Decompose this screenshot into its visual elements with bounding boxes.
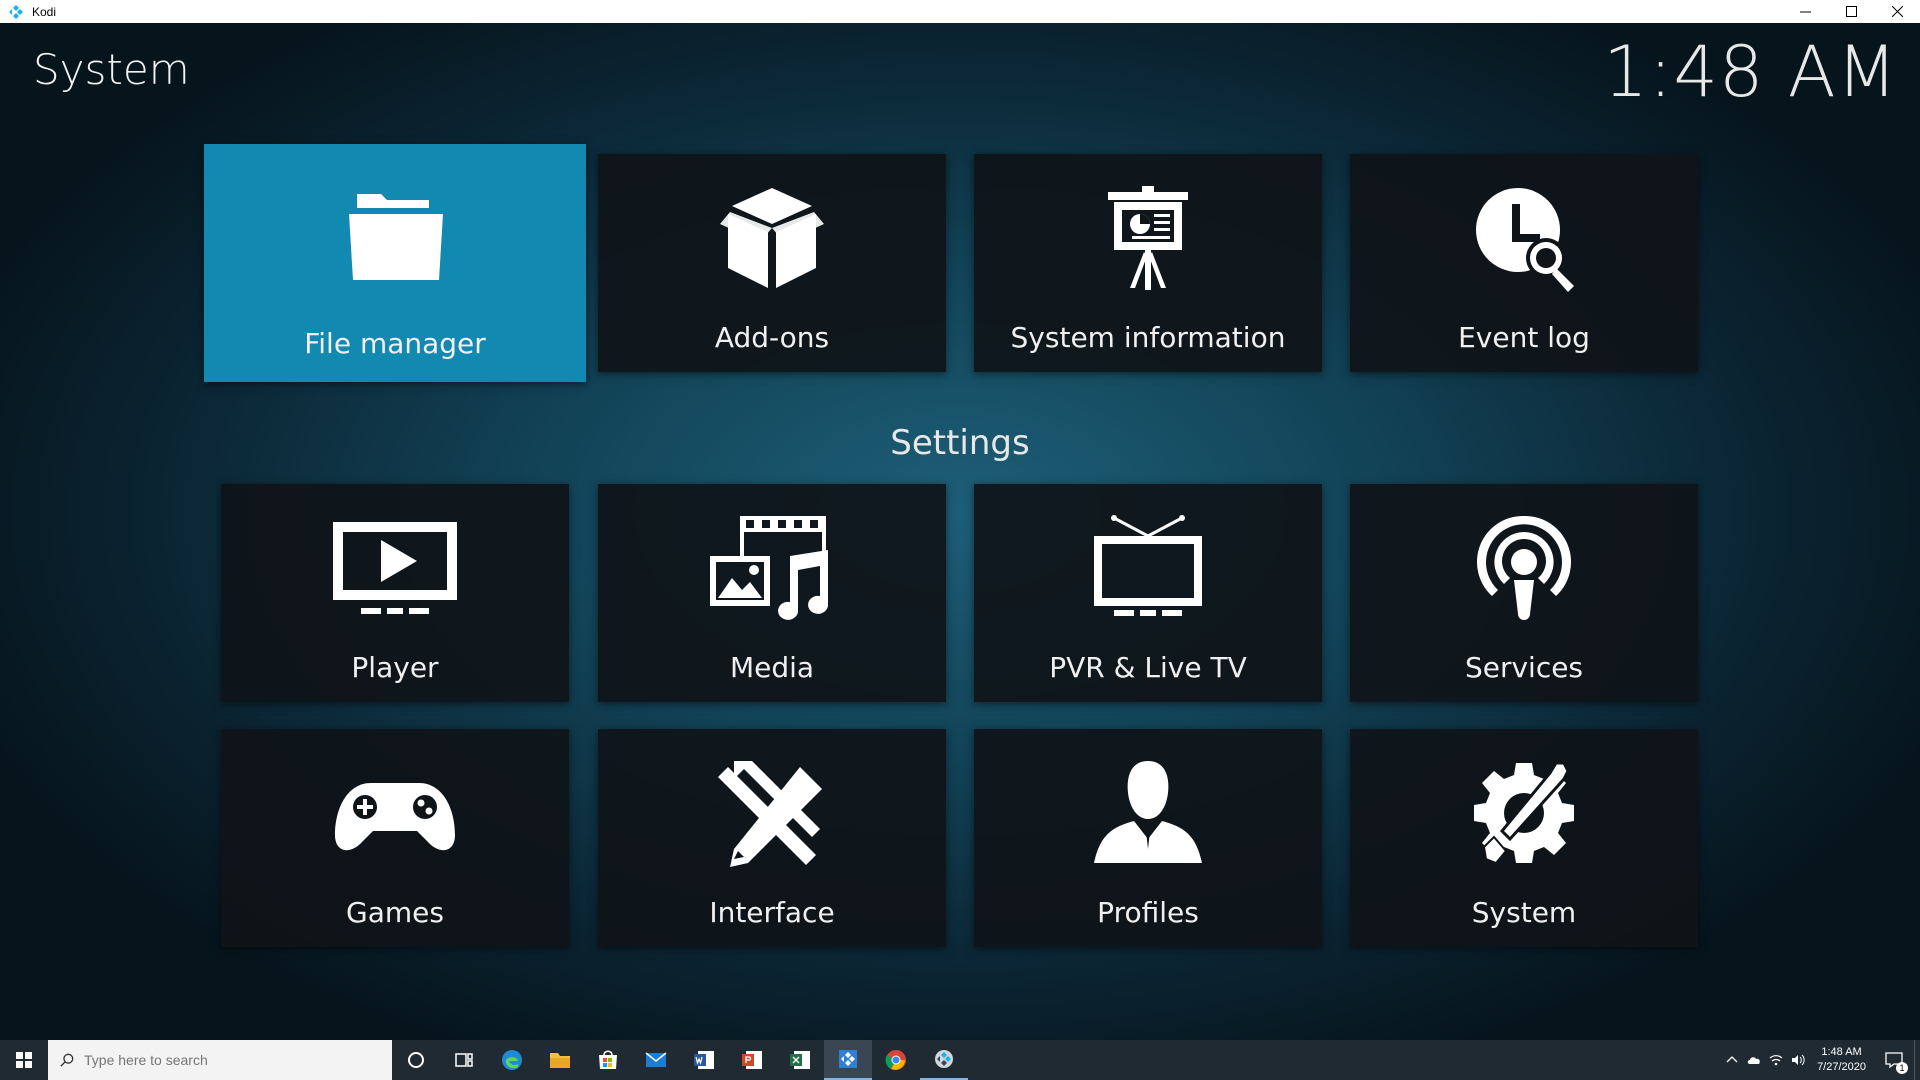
tile-file-manager[interactable]: File manager (204, 144, 586, 382)
tile-label: Profiles (1097, 896, 1199, 929)
tile-label: PVR & Live TV (1049, 651, 1247, 684)
tile-label: Event log (1458, 321, 1590, 354)
window-titlebar: Kodi (0, 0, 1920, 23)
network-button[interactable] (1765, 1040, 1787, 1080)
kodi-app-button[interactable] (824, 1040, 872, 1080)
windows-taskbar: 1:48 AM 7/27/2020 1 (0, 1040, 1920, 1080)
close-button[interactable] (1874, 0, 1920, 23)
media-library-icon (710, 516, 829, 620)
word-icon (694, 1051, 714, 1069)
mail-button[interactable] (632, 1040, 680, 1080)
tile-services[interactable]: Services (1350, 484, 1698, 702)
powerpoint-icon (742, 1051, 762, 1069)
system-tray: 1:48 AM 7/27/2020 1 (1721, 1040, 1920, 1080)
monitor-play-icon (333, 522, 457, 614)
start-button[interactable] (0, 1040, 48, 1080)
tile-system-information[interactable]: System information (974, 154, 1322, 372)
broadcast-icon (1476, 515, 1572, 620)
tile-system[interactable]: System (1350, 729, 1698, 947)
tile-label: Games (346, 896, 444, 929)
volume-button[interactable] (1787, 1040, 1809, 1080)
folder-icon (349, 194, 443, 280)
gear-tools-icon (1474, 761, 1574, 865)
close-icon (1891, 6, 1903, 17)
tile-profiles[interactable]: Profiles (974, 729, 1322, 947)
edge-icon (502, 1050, 522, 1070)
page-title: System (33, 45, 190, 94)
clock: 1:48 AM (1603, 31, 1898, 113)
cloud-icon (1747, 1057, 1760, 1064)
maximize-icon (1845, 6, 1857, 17)
tile-label: System (1471, 896, 1577, 929)
tile-label: File manager (304, 327, 486, 360)
chevron-up-icon (1726, 1056, 1738, 1063)
file-explorer-button[interactable] (536, 1040, 584, 1080)
search-icon (60, 1053, 74, 1067)
store-icon (599, 1050, 617, 1069)
settings-heading: Settings (890, 423, 1030, 463)
wifi-icon (1769, 1055, 1783, 1066)
tile-label: Add-ons (714, 321, 830, 354)
box-icon (720, 188, 824, 288)
tile-label: Media (729, 651, 815, 684)
show-hidden-icons-button[interactable] (1721, 1040, 1743, 1080)
tile-player[interactable]: Player (221, 484, 569, 702)
maximize-button[interactable] (1828, 0, 1874, 23)
tile-label: Services (1464, 651, 1584, 684)
excel-button[interactable] (776, 1040, 824, 1080)
clock-search-icon (1476, 188, 1574, 292)
tv-icon (1094, 515, 1202, 616)
task-view-button[interactable] (440, 1040, 488, 1080)
search-input[interactable] (84, 1052, 364, 1068)
minimize-button[interactable] (1782, 0, 1828, 23)
kodi-logo-icon (9, 4, 23, 19)
kodi-running-icon (935, 1050, 953, 1068)
tile-label: Player (351, 651, 439, 684)
tile-interface[interactable]: Interface (598, 729, 946, 947)
windows-logo-icon (16, 1052, 32, 1068)
presentation-easel-icon (1108, 186, 1188, 290)
chrome-icon (885, 1050, 906, 1070)
taskbar-search[interactable] (48, 1040, 392, 1080)
taskbar-date: 7/27/2020 (1817, 1061, 1866, 1073)
file-explorer-icon (550, 1053, 570, 1068)
excel-icon (790, 1051, 810, 1069)
pencil-ruler-icon (718, 761, 822, 867)
cortana-button[interactable] (392, 1040, 440, 1080)
chrome-button[interactable] (872, 1040, 920, 1080)
tile-media[interactable]: Media (598, 484, 946, 702)
taskbar-time: 1:48 AM (1821, 1046, 1862, 1058)
show-desktop-button[interactable] (1914, 1040, 1920, 1080)
task-view-icon (455, 1053, 473, 1067)
tile-label: Interface (709, 896, 835, 929)
gamepad-icon (335, 783, 455, 851)
person-icon (1094, 761, 1202, 863)
window-title: Kodi (32, 4, 57, 19)
tile-add-ons[interactable]: Add-ons (598, 154, 946, 372)
store-button[interactable] (584, 1040, 632, 1080)
kodi-main-area: System 1:48 AM File manager Add-ons Syst… (0, 23, 1920, 1040)
tile-pvr-live-tv[interactable]: PVR & Live TV (974, 484, 1322, 702)
notification-count: 1 (1896, 1062, 1908, 1074)
kodi-running-button[interactable] (920, 1040, 968, 1080)
mail-icon (645, 1052, 667, 1067)
cortana-icon (408, 1052, 424, 1068)
tile-label: System information (1010, 321, 1286, 354)
onedrive-button[interactable] (1743, 1040, 1765, 1080)
word-button[interactable] (680, 1040, 728, 1080)
tile-games[interactable]: Games (221, 729, 569, 947)
minimize-icon (1799, 11, 1811, 13)
speaker-icon (1792, 1054, 1805, 1066)
powerpoint-button[interactable] (728, 1040, 776, 1080)
edge-button[interactable] (488, 1040, 536, 1080)
taskbar-clock[interactable]: 1:48 AM 7/27/2020 (1817, 1045, 1866, 1075)
action-center-button[interactable]: 1 (1874, 1040, 1914, 1080)
kodi-app-icon (839, 1050, 857, 1068)
tile-event-log[interactable]: Event log (1350, 154, 1698, 372)
